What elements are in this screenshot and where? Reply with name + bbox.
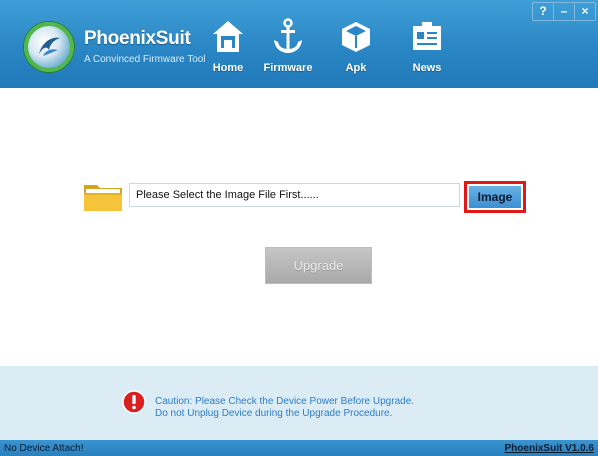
caution-text: Caution: Please Check the Device Power B… [155, 396, 414, 420]
nav-news[interactable]: News [397, 18, 457, 74]
app-subtitle: A Convinced Firmware Tool [84, 54, 206, 65]
nav-apk-label: Apk [345, 62, 367, 74]
nav-firmware-label: Firmware [263, 62, 313, 74]
status-bar: No Device Attach! PhoenixSuit V1.0.6 [0, 440, 598, 456]
help-button[interactable]: ? [533, 3, 553, 20]
minimize-button[interactable]: – [553, 3, 574, 20]
caution-line-2: Do not Unplug Device during the Upgrade … [155, 408, 393, 419]
header-bar: PhoenixSuit A Convinced Firmware Tool Ho… [0, 0, 598, 88]
close-button[interactable]: × [574, 3, 595, 20]
version-link[interactable]: PhoenixSuit V1.0.6 [505, 443, 594, 454]
image-button-highlight: Image [464, 181, 526, 213]
window-controls: ? – × [532, 2, 596, 21]
nav-news-label: News [412, 62, 442, 74]
app-name: PhoenixSuit [84, 28, 191, 49]
upgrade-button[interactable]: Upgrade [265, 247, 372, 284]
nav-apk[interactable]: Apk [326, 18, 386, 74]
news-icon [413, 22, 441, 50]
nav-home-label: Home [212, 62, 244, 74]
folder-icon[interactable] [83, 180, 123, 212]
device-status: No Device Attach! [4, 443, 84, 454]
nav-home[interactable]: Home [198, 18, 258, 74]
anchor-icon [274, 18, 302, 53]
image-path-field[interactable]: Please Select the Image File First...... [129, 183, 460, 207]
package-icon [342, 22, 370, 52]
warning-icon [122, 390, 146, 414]
nav-firmware[interactable]: Firmware [258, 18, 318, 74]
home-icon [213, 21, 243, 52]
caution-line-1: Caution: Please Check the Device Power B… [155, 396, 415, 407]
phoenixsuit-logo-icon [24, 22, 74, 72]
image-button[interactable]: Image [469, 186, 521, 208]
phoenixsuit-window: PhoenixSuit A Convinced Firmware Tool Ho… [0, 0, 598, 456]
